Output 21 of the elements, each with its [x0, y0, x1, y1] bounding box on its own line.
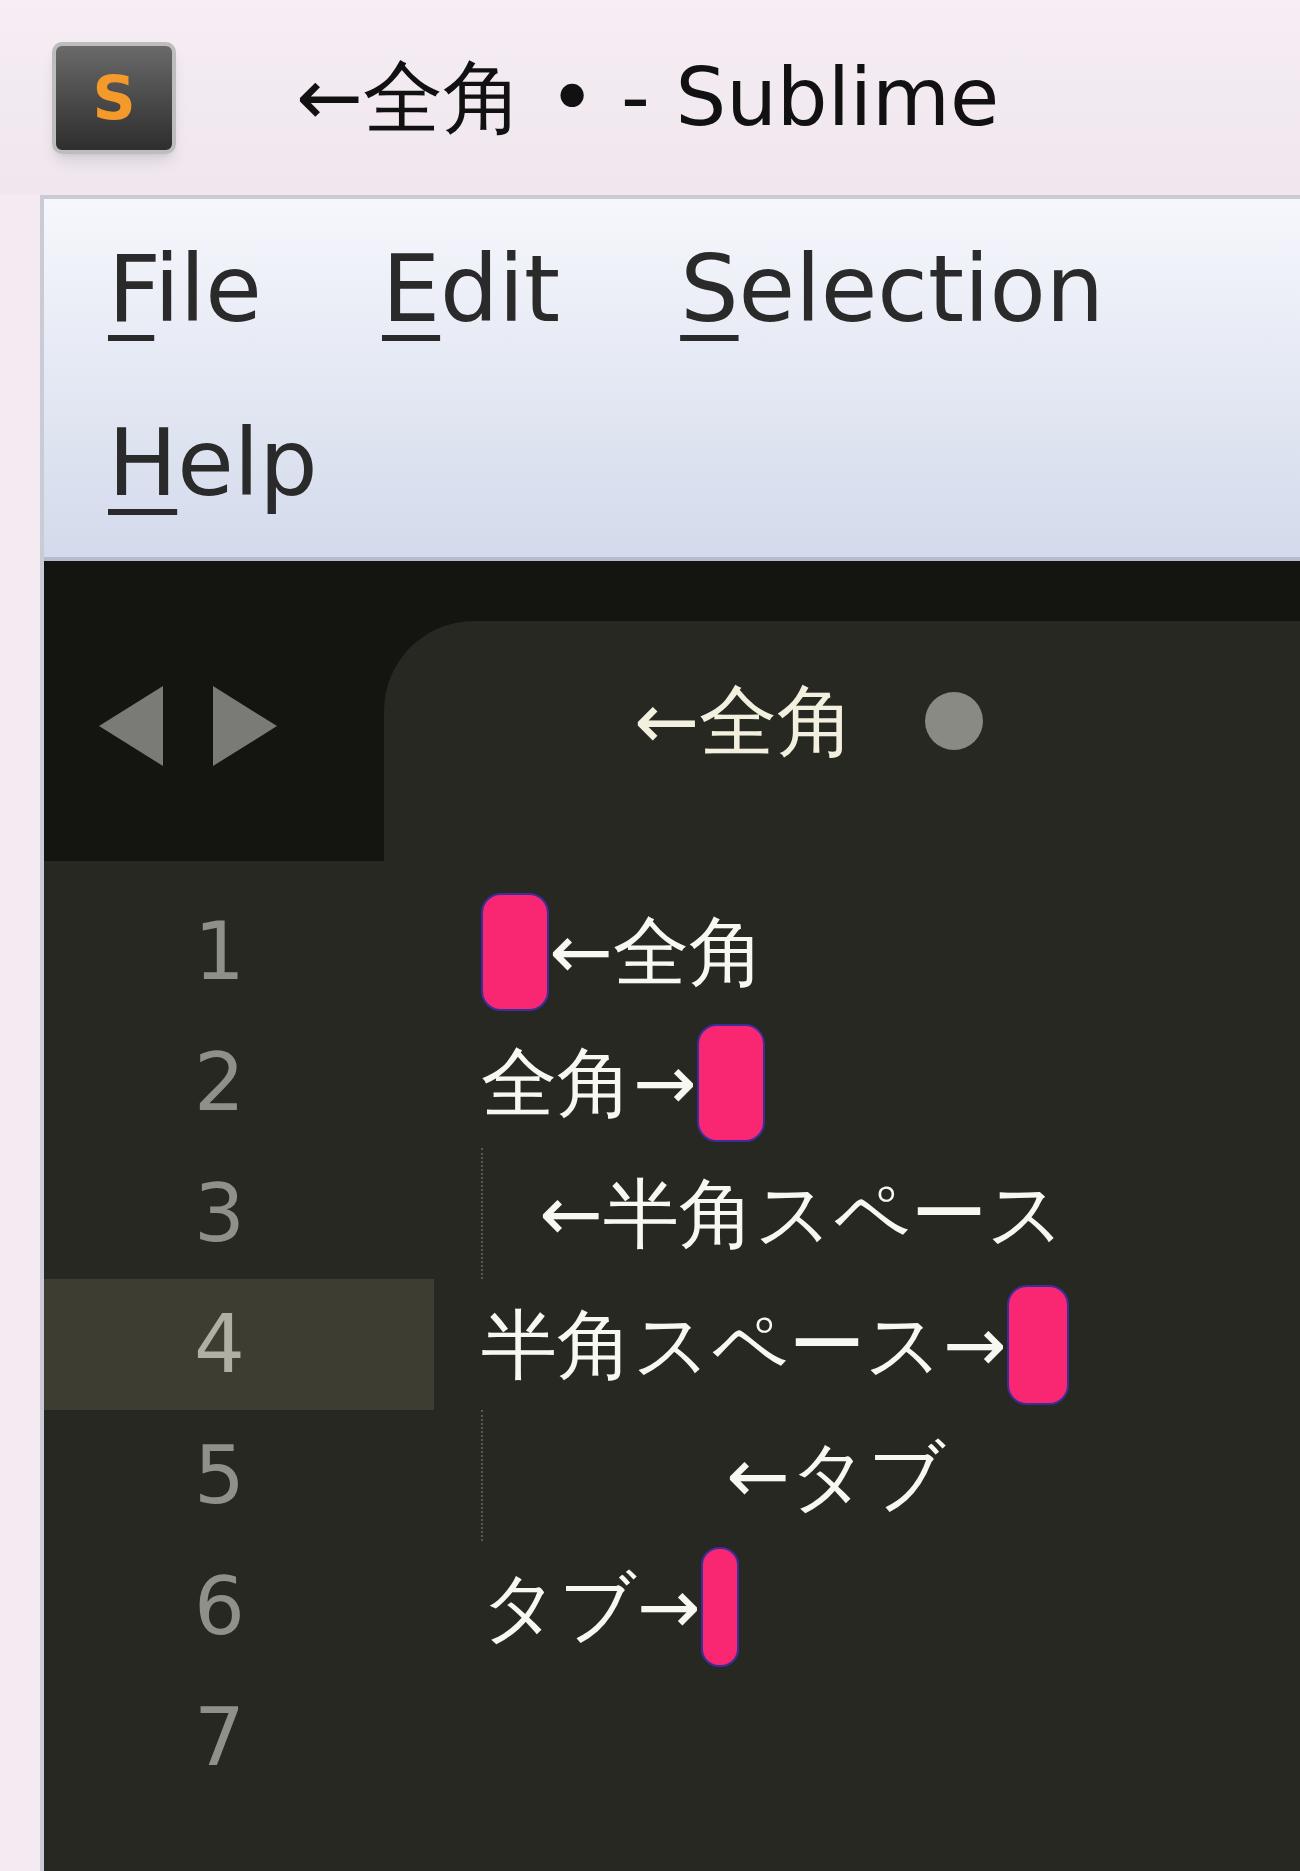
back-arrow-icon[interactable] — [99, 686, 163, 766]
code-text: ←全角 — [549, 913, 765, 990]
forward-arrow-icon[interactable] — [213, 686, 277, 766]
window-title: ←全角 • - Sublime — [296, 57, 1000, 138]
line-number: 7 — [193, 1689, 246, 1786]
line-number: 1 — [193, 903, 246, 1000]
line-number: 2 — [193, 1034, 246, 1131]
code-text: タブ→ — [481, 1568, 701, 1645]
line-number: 6 — [193, 1558, 246, 1655]
code-text: ←半角スペース — [539, 1175, 1065, 1252]
menu-item[interactable]: Edit — [381, 244, 561, 336]
menu-item[interactable]: Selection — [680, 244, 1105, 336]
code-text: 全角→ — [481, 1044, 697, 1121]
app-icon: S — [52, 41, 176, 154]
line-number: 3 — [193, 1165, 246, 1262]
editor-tab[interactable]: ←全角 — [384, 621, 1300, 861]
code-text: 半角スペース→ — [481, 1306, 1007, 1383]
line-number: 5 — [193, 1427, 246, 1524]
menu-item[interactable]: File — [108, 244, 262, 336]
code-text: ←タブ — [726, 1437, 946, 1514]
line-number: 4 — [44, 1279, 434, 1410]
